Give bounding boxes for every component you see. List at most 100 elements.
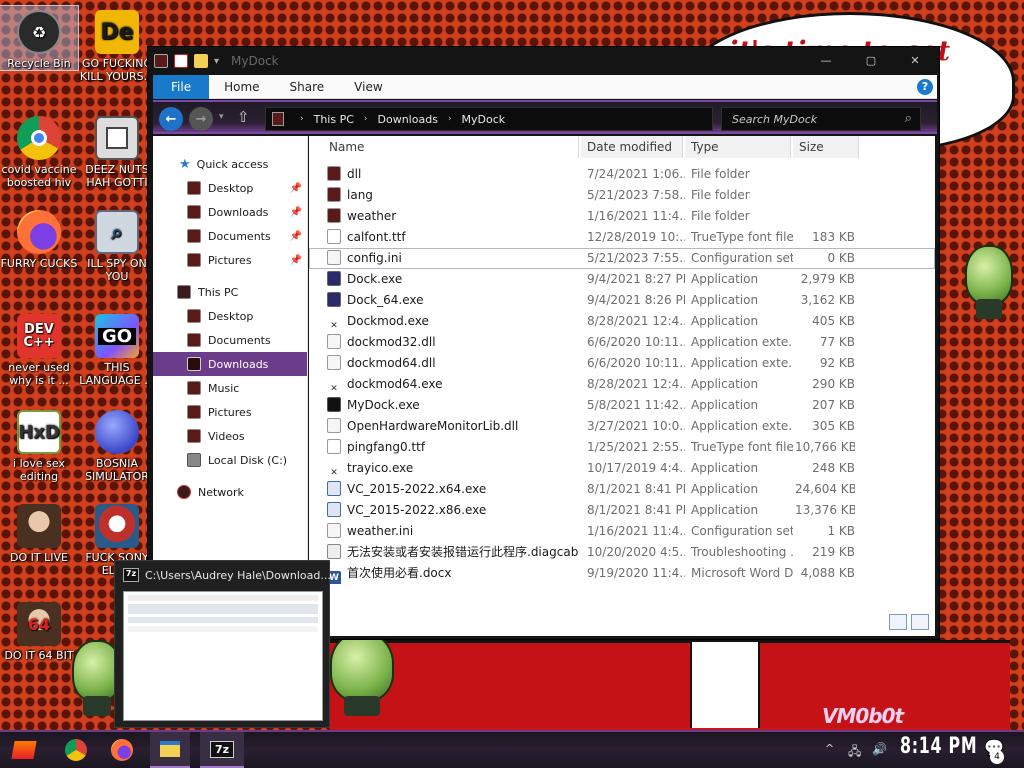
nav-quick-documents[interactable]: Documents 📌 [153,224,307,248]
pin-icon[interactable]: 📌 [290,255,302,266]
nav-pc-music[interactable]: Music [153,376,307,400]
nav-quick-downloads[interactable]: Downloads 📌 [153,200,307,224]
file-row[interactable]: weather 1/16/2021 11:4... File folder [309,206,935,227]
file-name-cell: Dock.exe [327,269,579,290]
pin-icon[interactable]: 📌 [290,207,302,218]
maximize-button[interactable]: ▢ [856,50,886,70]
qa-dropdown-icon[interactable]: ▾ [214,56,219,67]
de-app-icon: De [95,10,139,54]
file-row[interactable]: Dock_64.exe 9/4/2021 8:26 PM Application 3,… [309,290,935,311]
column-header-type[interactable]: Type [685,136,791,158]
pin-icon[interactable]: 📌 [290,231,302,242]
column-header-size[interactable]: Size [793,136,859,158]
file-row[interactable]: dll 7/24/2021 1:06... File folder [309,164,935,185]
nav-pc-local-disk[interactable]: Local Disk (C:) [153,448,307,472]
breadcrumb-downloads[interactable]: Downloads [378,113,438,126]
details-view-icon[interactable] [889,614,907,630]
desktop-icon-bosnia[interactable]: BOSNIA SIMULATOR [78,406,156,483]
breadcrumb-mydock[interactable]: MyDock [462,113,506,126]
desktop-icon-de-app[interactable]: De GO FUCKING KILL YOURS... [78,6,156,83]
pin-icon[interactable]: 📌 [290,183,302,194]
desktop-icon-spy[interactable]: ⌕ ILL SPY ON YOU [78,206,156,283]
minimize-button[interactable]: — [811,50,841,70]
config-file-icon [327,523,341,538]
file-row[interactable]: MyDock.exe 5/8/2021 11:42... Application 20… [309,395,935,416]
nav-label: Downloads [208,205,269,219]
desktop-icon-do-it-64[interactable]: 64 DO IT 64 BIT [0,598,78,662]
nav-pc-pictures[interactable]: Pictures [153,400,307,424]
file-name-cell: dll [327,164,579,185]
tab-home[interactable]: Home [209,75,274,99]
file-row[interactable]: ✕ Dockmod.exe 8/28/2021 12:4... Application… [309,311,935,332]
title-bar[interactable]: ▾ MyDock — ▢ ✕ [148,47,939,75]
desktop-icon-do-it-live[interactable]: DO IT LIVE [0,500,78,564]
new-folder-icon[interactable] [194,54,208,68]
network-icon[interactable]: 🖧 [848,742,861,763]
breadcrumb[interactable]: › This PC › Downloads › MyDock [265,107,713,131]
network-icon [177,485,191,499]
file-row[interactable]: VC_2015-2022.x86.exe 8/1/2021 8:41 PM Appl… [309,500,935,521]
recent-locations-icon[interactable]: ▾ [219,112,224,122]
file-type: Configuration set... [691,524,793,538]
file-row[interactable]: weather.ini 1/16/2021 11:4... Configuratio… [309,521,935,542]
taskbar-7zip[interactable]: 7z [200,732,244,768]
file-row[interactable]: OpenHardwareMonitorLib.dll 3/27/2021 10:0… [309,416,935,437]
volume-icon[interactable]: 🔊 [872,742,887,756]
taskbar-chrome[interactable] [58,732,94,768]
desktop-icon-chrome[interactable]: covid vaccine boosted hiv ... [0,112,78,190]
start-button[interactable] [6,732,42,768]
close-button[interactable]: ✕ [900,50,930,70]
large-icons-view-icon[interactable] [911,614,929,630]
desktop-icon-devcpp[interactable]: DEV C++ never used why is it ... [0,310,78,387]
nav-pc-desktop[interactable]: Desktop [153,304,307,328]
properties-icon[interactable] [174,54,188,68]
search-icon[interactable]: ⌕ [905,111,912,126]
clock[interactable]: 8:14 PM [900,734,977,759]
back-button[interactable]: ← [159,107,183,131]
file-date: 9/4/2021 8:26 PM [587,293,685,307]
nav-quick-desktop[interactable]: Desktop 📌 [153,176,307,200]
desktop-icon-hxd[interactable]: HxD i love sex editing [0,406,78,483]
desktop-icon-label: DO IT LIVE [10,551,68,564]
show-hidden-icons-icon[interactable]: ^ [825,742,834,755]
tab-file[interactable]: File [153,74,210,99]
file-row[interactable]: config.ini 5/21/2023 7:55... Configuration… [309,248,935,269]
nav-network[interactable]: Network [153,480,307,504]
file-row[interactable]: calfont.ttf 12/28/2019 10:... TrueType fon… [309,227,935,248]
up-button[interactable]: ⇧ [237,108,250,126]
file-row[interactable]: 无法安装或者安装报错运行此程序.diagcab 10/20/2020 4:5...… [309,542,935,563]
tab-view[interactable]: View [339,75,397,99]
file-row[interactable]: Dock.exe 9/4/2021 8:27 PM Application 2,979… [309,269,935,290]
desktop-icon-deez-nuts[interactable]: DEEZ NUTS HAH GOTTI [78,112,156,189]
nav-quick-pictures[interactable]: Pictures 📌 [153,248,307,272]
desktop-icon-firefox[interactable]: FURRY CUCKS [0,206,78,270]
file-date: 9/19/2020 11:4... [587,566,685,580]
forward-button[interactable]: → [189,107,213,131]
file-row[interactable]: VC_2015-2022.x64.exe 8/1/2021 8:41 PM Appl… [309,479,935,500]
nav-quick-access[interactable]: ★ Quick access [153,152,307,176]
file-row[interactable]: ✕ dockmod64.exe 8/28/2021 12:4... Applicati… [309,374,935,395]
file-row[interactable]: lang 5/21/2023 7:58... File folder [309,185,935,206]
breadcrumb-this-pc[interactable]: This PC [314,113,354,126]
file-row[interactable]: W 首次使用必看.docx 9/19/2020 11:4... Microsoft W… [309,563,935,584]
help-icon[interactable]: ? [917,79,933,95]
drive-icon [187,453,201,467]
taskbar-file-explorer[interactable] [150,732,190,768]
file-row[interactable]: ✕ trayico.exe 10/17/2019 4:4... Application… [309,458,935,479]
taskbar-firefox[interactable] [104,732,140,768]
desktop-icon-recycle-bin[interactable]: ♻ Recycle Bin [0,5,79,71]
column-header-date[interactable]: Date modified [581,136,683,158]
desktop-icon-goland[interactable]: GO THIS LANGUAGE ... [78,310,156,387]
tab-share[interactable]: Share [275,75,340,99]
search-input[interactable]: Search MyDock ⌕ [721,107,921,131]
file-row[interactable]: pingfang0.ttf 1/25/2021 2:55... TrueType f… [309,437,935,458]
file-row[interactable]: dockmod64.dll 6/6/2020 10:11... Applicatio… [309,353,935,374]
column-header-name[interactable]: Name [323,136,579,158]
nav-pc-downloads[interactable]: Downloads [153,352,307,376]
file-row[interactable]: dockmod32.dll 6/6/2020 10:11... Applicatio… [309,332,935,353]
nav-pc-documents[interactable]: Documents [153,328,307,352]
nav-pc-videos[interactable]: Videos [153,424,307,448]
taskbar-thumbnail[interactable]: 7z C:\Users\Audrey Hale\Download... [114,560,331,728]
nav-this-pc[interactable]: This PC [153,280,307,304]
file-size: 2,979 KB [800,272,855,286]
